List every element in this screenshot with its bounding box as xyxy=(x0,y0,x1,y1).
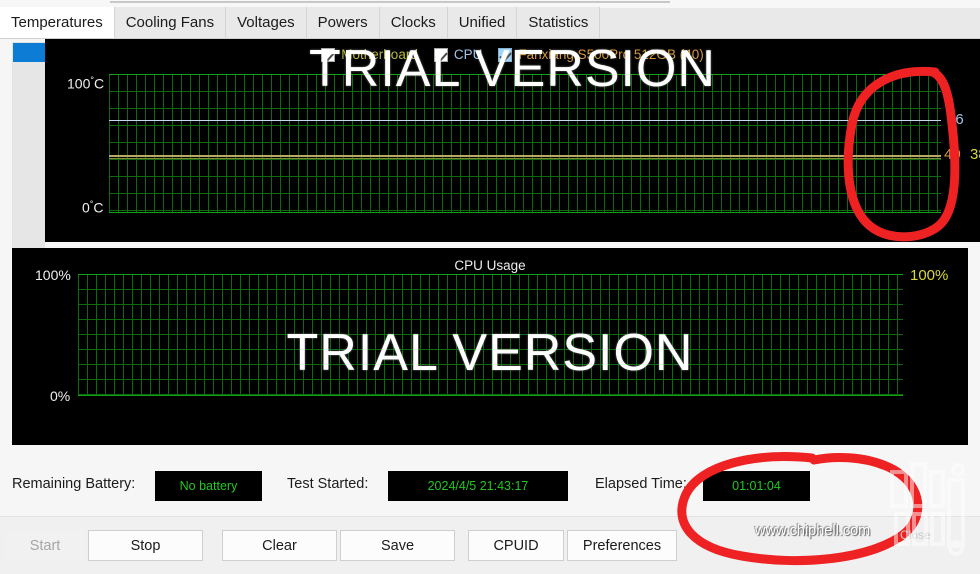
cpu-axis-top: 100% xyxy=(35,267,71,283)
scrollbar-thumb[interactable] xyxy=(13,43,46,62)
legend-label-1: CPU xyxy=(453,47,483,62)
preferences-button[interactable]: Preferences xyxy=(567,530,677,561)
legend-label-0: Motherboard xyxy=(341,47,418,62)
motherboard-temp-readout: 38 xyxy=(970,146,980,163)
tab-powers[interactable]: Powers xyxy=(306,7,380,38)
elapsed-time-label: Elapsed Time: xyxy=(595,476,687,492)
plot-top-border xyxy=(109,74,941,75)
cpu-usage-title: CPU Usage xyxy=(454,258,526,273)
start-button: Start xyxy=(5,530,85,561)
legend-label-2: Fanxiang S500Pro 512GB (40) xyxy=(518,47,704,62)
cpuid-button[interactable]: CPUID xyxy=(468,530,564,561)
save-button[interactable]: Save xyxy=(340,530,455,561)
tab-temperatures[interactable]: Temperatures xyxy=(0,7,115,38)
legend-item-2[interactable]: Fanxiang S500Pro 512GB (40) xyxy=(498,47,704,62)
temperature-plot-area xyxy=(109,74,941,213)
plot-bottom-border xyxy=(109,212,941,213)
storage-temp-readout: 40 xyxy=(944,146,961,163)
checkbox-fanxiang[interactable] xyxy=(498,47,513,62)
temperature-legend: Motherboard CPU Fanxiang S500Pro 512GB (40… xyxy=(45,47,980,62)
storage-temp-trace xyxy=(109,155,941,157)
tab-voltages[interactable]: Voltages xyxy=(226,7,307,38)
legend-item-0[interactable]: Motherboard xyxy=(321,47,418,62)
tab-cooling-fans[interactable]: Cooling Fans xyxy=(114,7,227,38)
tab-unified[interactable]: Unified xyxy=(447,7,518,38)
app-window: Temperatures Cooling Fans Voltages Powers Cl… xyxy=(0,0,980,574)
cpu-usage-readout: 100% xyxy=(910,267,949,284)
temp-axis-top: 100°C xyxy=(67,75,104,92)
battery-value: No battery xyxy=(155,471,262,501)
cpu-plot-top-border xyxy=(78,274,903,275)
test-started-value: 2024/4/5 21:43:17 xyxy=(388,471,568,501)
cpu-usage-graph: CPU Usage 100% 0% 100% TRIAL VERSION xyxy=(12,248,968,445)
checkbox-motherboard[interactable] xyxy=(321,47,336,62)
clear-button[interactable]: Clear xyxy=(222,530,337,561)
main-content: Motherboard CPU Fanxiang S500Pro 512GB (40… xyxy=(0,39,980,454)
cpu-temp-readout: 66 xyxy=(947,111,964,128)
stop-button[interactable]: Stop xyxy=(88,530,203,561)
tab-statistics[interactable]: Statistics xyxy=(517,7,601,38)
temp-axis-bottom-value: 0 xyxy=(82,199,90,216)
cpu-plot-bottom-border xyxy=(78,395,903,396)
motherboard-temp-trace xyxy=(109,158,941,159)
test-started-label: Test Started: xyxy=(287,476,369,492)
sensor-list-scrollbar[interactable] xyxy=(12,42,46,252)
elapsed-time-value: 01:01:04 xyxy=(703,471,810,501)
temp-axis-bottom: 0°C xyxy=(82,199,104,216)
cpu-plot-area xyxy=(78,274,903,396)
tab-bar: Temperatures Cooling Fans Voltages Powers Cl… xyxy=(0,7,980,39)
temperature-graph: Motherboard CPU Fanxiang S500Pro 512GB (40… xyxy=(45,39,980,242)
checkbox-cpu[interactable] xyxy=(433,47,448,62)
chiphell-logo xyxy=(890,462,965,556)
battery-label: Remaining Battery: xyxy=(12,476,136,492)
temp-axis-top-unit: C xyxy=(93,75,105,92)
chiphell-watermark-url: www.chiphell.com xyxy=(755,523,871,539)
temp-axis-top-value: 100 xyxy=(67,75,91,92)
legend-item-1[interactable]: CPU xyxy=(433,47,483,62)
temp-axis-bottom-unit: C xyxy=(93,199,104,216)
cpu-axis-bottom: 0% xyxy=(50,388,71,404)
status-bar: Remaining Battery: No battery Test Start… xyxy=(0,454,980,516)
cpu-temp-trace xyxy=(109,120,941,121)
tab-clocks[interactable]: Clocks xyxy=(379,7,448,38)
